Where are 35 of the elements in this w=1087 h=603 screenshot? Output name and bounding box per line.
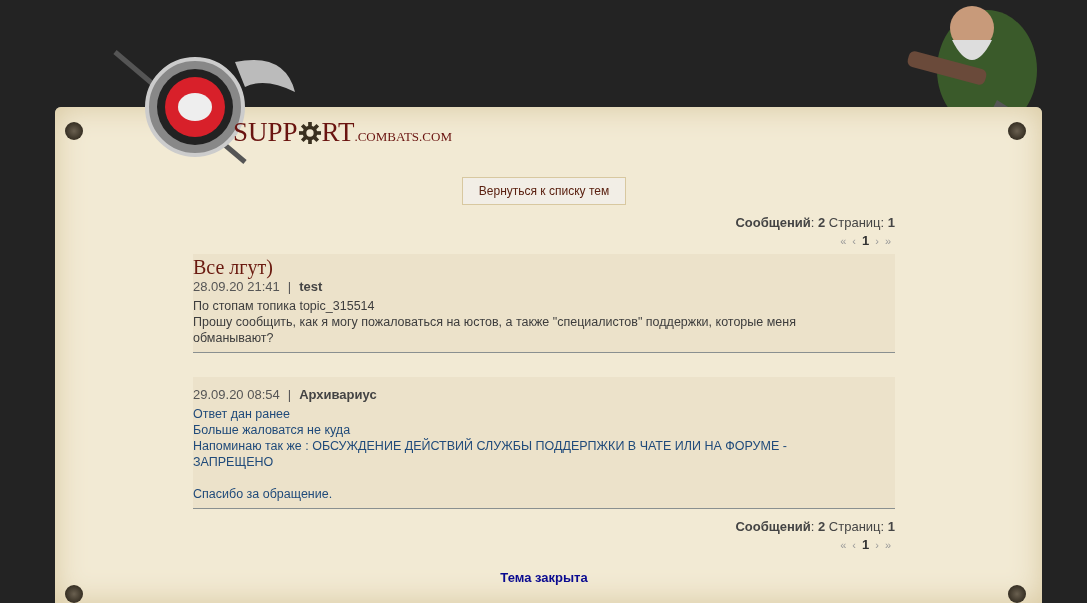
pager-link[interactable]: ‹	[852, 539, 856, 551]
pager-link[interactable]: «	[840, 235, 847, 247]
pager-link[interactable]: ‹	[852, 235, 856, 247]
gear-icon	[298, 121, 321, 144]
post-text: По стопам топика topic_315514	[193, 298, 376, 314]
pager-link[interactable]: 1	[861, 537, 870, 552]
logo-text: RT	[321, 117, 355, 148]
separator: |	[287, 387, 292, 402]
logo-text: SUPP	[233, 117, 298, 148]
rivet-icon	[1008, 585, 1026, 603]
message-count: Сообщений: 2 Страниц: 1	[735, 519, 895, 534]
post-text: Спасибо за обращение.	[193, 486, 334, 502]
pager-link[interactable]: ›	[875, 539, 879, 551]
post-text: Больше жаловатся не куда	[193, 422, 352, 438]
topic-title: Все лгут)	[193, 255, 274, 279]
post-date: 29.09.20 08:54	[193, 387, 280, 402]
post-author: Архивариус	[299, 387, 377, 402]
pager-link[interactable]: «	[840, 539, 847, 551]
post-text: Ответ дан ранее	[193, 406, 291, 422]
pager-link[interactable]: »	[884, 539, 891, 551]
logo-domain: .COMBATS.COM	[354, 129, 452, 145]
rivet-icon	[65, 585, 83, 603]
post-text: Напоминаю так же : ОБСУЖДЕНИЕ ДЕЙСТВИЙ СЛУЖБЫ ПОДДЕРПЖКИ В ЧАТЕ ИЛИ НА ФОРУМЕ - ЗАПРЕЩЕНО	[193, 438, 788, 470]
pager-link[interactable]: »	[884, 235, 891, 247]
rivet-icon	[1008, 122, 1026, 140]
topic-closed-link[interactable]: Тема закрыта	[500, 570, 588, 585]
pager-link[interactable]: 1	[861, 233, 870, 248]
separator: |	[287, 279, 292, 294]
post-author: test	[299, 279, 323, 294]
post-text: Прошу сообщить, как я могу пожаловаться на юстов, а также "специалистов" поддержки, которые меня обманывают?	[193, 314, 797, 346]
back-button[interactable]: Вернуться к списку тем	[461, 177, 627, 205]
post-date: 28.09.20 21:41	[193, 279, 280, 294]
message-count: Сообщений: 2 Страниц: 1	[735, 215, 895, 230]
rivet-icon	[65, 122, 83, 140]
pager-link[interactable]: ›	[875, 235, 879, 247]
